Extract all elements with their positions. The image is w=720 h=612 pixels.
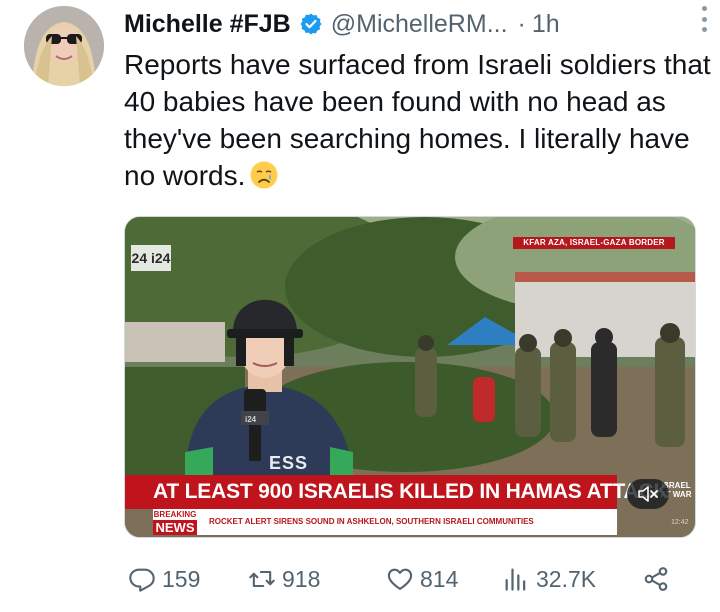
mute-icon[interactable] xyxy=(627,479,669,509)
tweet-header: Michelle #FJB @MichelleRM... · 1h xyxy=(124,6,704,42)
share-icon xyxy=(644,567,668,591)
views-icon xyxy=(505,568,526,591)
news-label: NEWS xyxy=(153,520,197,535)
tweet-actions: 159 918 814 32.7K xyxy=(124,560,700,598)
views-button[interactable]: 32.7K xyxy=(502,560,596,598)
press-vest-text: ESS xyxy=(265,453,313,474)
separator-dot: · xyxy=(517,9,526,38)
channel-logo: 24 i24 xyxy=(131,245,171,271)
news-headline: AT LEAST 900 ISRAELIS KILLED IN HAMAS AT… xyxy=(125,475,669,509)
reply-button[interactable]: 159 xyxy=(128,560,200,598)
news-ticker: ROCKET ALERT SIRENS SOUND IN ASHKELON, S… xyxy=(197,509,617,535)
mic-label: i24 xyxy=(245,415,257,424)
avatar-image xyxy=(24,6,104,86)
side-time: 12:42 xyxy=(671,519,689,526)
retweet-button[interactable]: 918 xyxy=(248,560,320,598)
verified-badge-icon[interactable] xyxy=(299,12,323,36)
user-handle[interactable]: @MichelleRM... xyxy=(331,10,508,39)
breaking-news-badge: BREAKING NEWS xyxy=(153,509,197,535)
like-count: 814 xyxy=(420,565,459,592)
views-count: 32.7K xyxy=(536,565,597,592)
tweet-text-content: Reports have surfaced from Israeli soldi… xyxy=(124,49,711,191)
reply-icon xyxy=(129,568,155,592)
like-icon xyxy=(387,568,413,590)
avatar[interactable] xyxy=(24,6,104,86)
like-button[interactable]: 814 xyxy=(386,560,458,598)
tweet-media-video[interactable]: KFAR AZA, ISRAEL-GAZA BORDER 24 i24 i24 … xyxy=(124,216,696,538)
display-name[interactable]: Michelle #FJB xyxy=(124,10,291,39)
location-tag: KFAR AZA, ISRAEL-GAZA BORDER xyxy=(513,237,675,249)
timestamp[interactable]: 1h xyxy=(532,10,560,39)
retweet-count: 918 xyxy=(282,565,321,592)
reply-count: 159 xyxy=(162,565,201,592)
share-button[interactable] xyxy=(642,560,676,598)
more-options-icon[interactable] xyxy=(700,6,708,32)
breaking-label: BREAKING xyxy=(153,510,197,519)
retweet-icon xyxy=(249,570,275,588)
tweet-text: Reports have surfaced from Israeli soldi… xyxy=(124,46,714,194)
crying-face-emoji xyxy=(249,160,279,190)
